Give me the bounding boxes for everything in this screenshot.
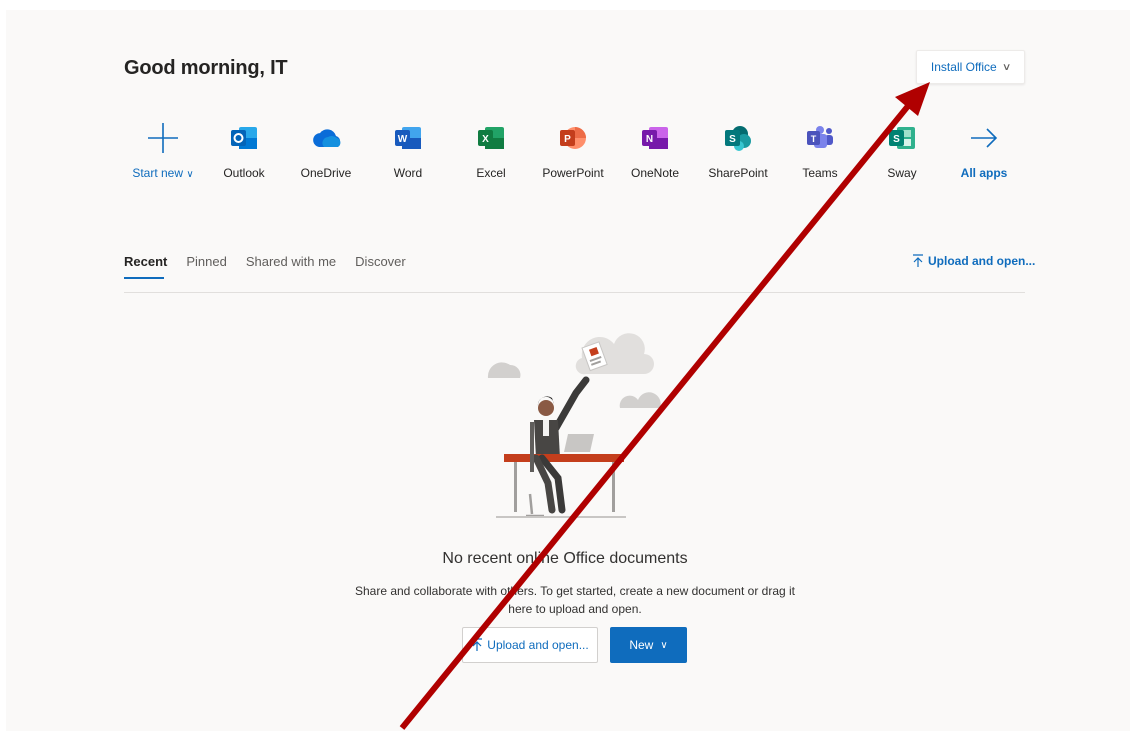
app-onedrive-label: OneDrive (300, 166, 352, 180)
app-outlook[interactable]: Outlook (201, 116, 287, 180)
outlook-icon (201, 116, 287, 160)
app-launcher: Start new ∨ Outlook OneDrive W Word X Ex… (110, 116, 1040, 196)
upload-and-open-button[interactable]: Upload and open... (462, 627, 598, 663)
document-tabs: Recent Pinned Shared with me Discover (124, 254, 406, 279)
svg-text:S: S (893, 134, 900, 145)
onenote-icon: N (612, 116, 698, 160)
app-powerpoint-label: PowerPoint (542, 166, 604, 180)
start-new-label: Start new (132, 166, 184, 180)
onedrive-icon (283, 116, 369, 160)
app-excel[interactable]: X Excel (448, 116, 534, 180)
app-word-label: Word (393, 166, 423, 180)
app-onedrive[interactable]: OneDrive (283, 116, 369, 180)
upload-icon (472, 638, 483, 651)
app-onenote-label: OneNote (630, 166, 680, 180)
arrow-right-icon (941, 116, 1027, 160)
plus-icon (120, 116, 206, 160)
app-teams-label: Teams (802, 166, 838, 180)
sway-icon: S (859, 116, 945, 160)
sharepoint-icon: S (695, 116, 781, 160)
all-apps-button[interactable]: All apps (941, 116, 1027, 180)
app-excel-label: Excel (476, 166, 506, 180)
svg-text:N: N (646, 134, 653, 145)
all-apps-label: All apps (960, 166, 1008, 180)
tab-pinned[interactable]: Pinned (186, 254, 226, 279)
teams-icon: T (777, 116, 863, 160)
app-sharepoint[interactable]: S SharePoint (695, 116, 781, 180)
upload-button-label: Upload and open... (487, 638, 589, 652)
tab-shared-with-me[interactable]: Shared with me (246, 254, 336, 279)
new-button-label: New (629, 638, 654, 652)
app-sharepoint-label: SharePoint (708, 166, 768, 180)
empty-state-title: No recent online Office documents (442, 550, 688, 567)
install-office-button[interactable]: Install Office ∨ (916, 50, 1025, 84)
empty-state-description: Share and collaborate with others. To ge… (354, 584, 796, 616)
excel-icon: X (448, 116, 534, 160)
app-word[interactable]: W Word (365, 116, 451, 180)
word-icon: W (365, 116, 451, 160)
upload-and-open-link[interactable]: Upload and open... (912, 254, 1035, 268)
upload-and-open-label: Upload and open... (928, 254, 1036, 268)
tabs-divider (124, 292, 1025, 293)
tab-recent[interactable]: Recent (124, 254, 167, 279)
chevron-down-icon: ∨ (1001, 61, 1012, 73)
svg-text:S: S (729, 134, 736, 145)
page-title: Good morning, IT (124, 57, 288, 79)
start-new-button[interactable]: Start new ∨ (120, 116, 206, 180)
app-outlook-label: Outlook (223, 166, 265, 180)
svg-text:P: P (564, 134, 571, 145)
chevron-down-icon: ∨ (660, 639, 668, 651)
powerpoint-icon: P (530, 116, 616, 160)
app-onenote[interactable]: N OneNote (612, 116, 698, 180)
new-document-button[interactable]: New ∨ (610, 627, 687, 663)
tab-discover[interactable]: Discover (355, 254, 406, 279)
app-sway[interactable]: S Sway (859, 116, 945, 180)
svg-text:T: T (811, 134, 817, 144)
chevron-down-icon: ∨ (186, 169, 194, 180)
empty-state-illustration (487, 333, 661, 518)
upload-icon (913, 254, 923, 267)
app-sway-label: Sway (887, 166, 917, 180)
svg-text:X: X (482, 134, 489, 145)
install-office-label: Install Office (930, 60, 997, 74)
svg-text:W: W (398, 134, 408, 145)
app-teams[interactable]: T Teams (777, 116, 863, 180)
app-powerpoint[interactable]: P PowerPoint (530, 116, 616, 180)
